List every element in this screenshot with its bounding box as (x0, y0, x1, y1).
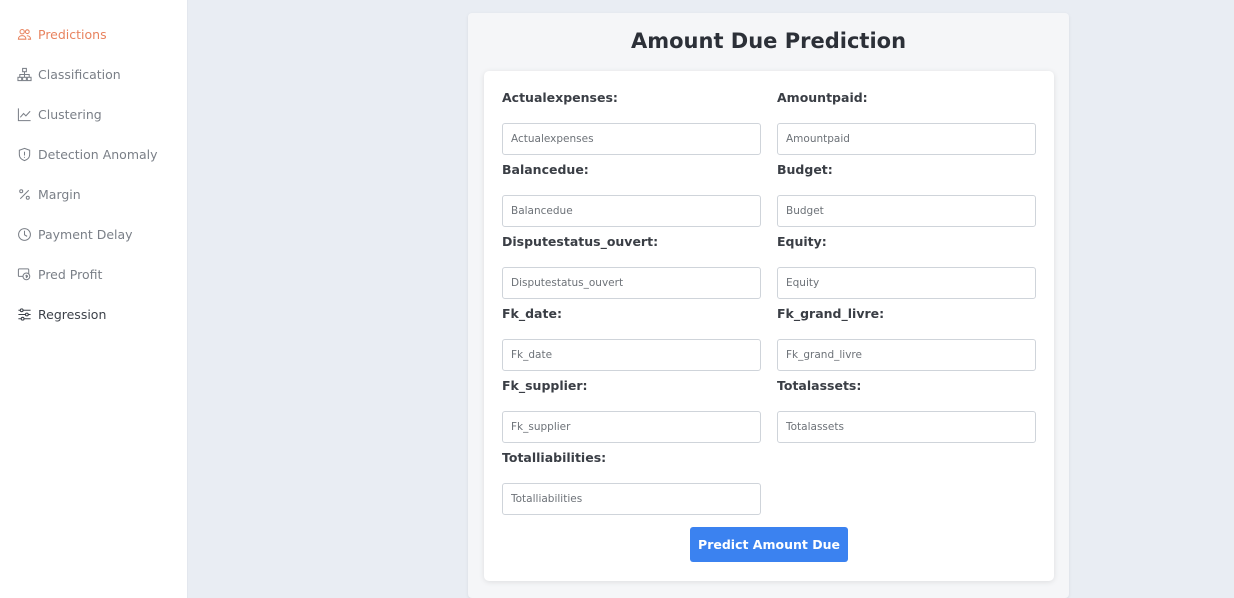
shield-icon (17, 147, 32, 162)
sidebar-item-payment-delay[interactable]: Payment Delay (0, 214, 187, 254)
sidebar-item-label: Classification (38, 66, 121, 82)
totalassets-input[interactable] (777, 411, 1036, 443)
field-label: Fk_date: (502, 306, 562, 321)
predict-amount-due-button[interactable]: Predict Amount Due (690, 527, 848, 562)
field-fk-grand-livre: Fk_grand_livre: (777, 305, 1036, 371)
sidebar-item-label: Payment Delay (38, 226, 133, 242)
field-balancedue: Balancedue: (502, 161, 761, 227)
field-label: Actualexpenses: (502, 90, 618, 105)
sidebar-item-label: Margin (38, 186, 81, 202)
prediction-panel: Amount Due Prediction Actualexpenses: Am… (468, 13, 1069, 598)
clock-icon (17, 227, 32, 242)
money-icon (17, 267, 32, 282)
sidebar-item-label: Clustering (38, 106, 102, 122)
prediction-form: Actualexpenses: Amountpaid: Balancedue: … (484, 71, 1054, 581)
field-label: Totalliabilities: (502, 450, 607, 465)
field-budget: Budget: (777, 161, 1036, 227)
field-label: Equity: (777, 234, 827, 249)
page-title: Amount Due Prediction (630, 29, 907, 53)
balancedue-input[interactable] (502, 195, 761, 227)
fk-supplier-input[interactable] (502, 411, 761, 443)
field-fk-supplier: Fk_supplier: (502, 377, 761, 443)
sliders-icon (17, 307, 32, 322)
sidebar-item-label: Detection Anomaly (38, 146, 158, 162)
equity-input[interactable] (777, 267, 1036, 299)
field-label: Balancedue: (502, 162, 589, 177)
field-label: Fk_grand_livre: (777, 306, 885, 321)
field-amountpaid: Amountpaid: (777, 89, 1036, 155)
field-totalliabilities: Totalliabilities: (502, 449, 761, 515)
sidebar-item-classification[interactable]: Classification (0, 54, 187, 94)
field-disputestatus-ouvert: Disputestatus_ouvert: (502, 233, 761, 299)
field-label: Disputestatus_ouvert: (502, 234, 659, 249)
sidebar-item-margin[interactable]: Margin (0, 174, 187, 214)
line-chart-icon (17, 107, 32, 122)
sidebar-item-clustering[interactable]: Clustering (0, 94, 187, 134)
fk-grand-livre-input[interactable] (777, 339, 1036, 371)
main-content: Amount Due Prediction Actualexpenses: Am… (188, 0, 1234, 598)
field-label: Budget: (777, 162, 833, 177)
totalliabilities-input[interactable] (502, 483, 761, 515)
field-label: Totalassets: (777, 378, 862, 393)
field-label: Amountpaid: (777, 90, 868, 105)
sidebar-item-regression[interactable]: Regression (0, 294, 187, 334)
sidebar: Predictions Classification Clustering De… (0, 0, 188, 598)
percent-icon (17, 187, 32, 202)
sidebar-item-pred-profit[interactable]: Pred Profit (0, 254, 187, 294)
field-actualexpenses: Actualexpenses: (502, 89, 761, 155)
budget-input[interactable] (777, 195, 1036, 227)
field-fk-date: Fk_date: (502, 305, 761, 371)
fk-date-input[interactable] (502, 339, 761, 371)
sidebar-item-label: Predictions (38, 26, 107, 42)
sidebar-item-predictions[interactable]: Predictions (0, 14, 187, 54)
hierarchy-icon (17, 67, 32, 82)
field-label: Fk_supplier: (502, 378, 588, 393)
users-icon (17, 27, 32, 42)
field-totalassets: Totalassets: (777, 377, 1036, 443)
amountpaid-input[interactable] (777, 123, 1036, 155)
sidebar-item-label: Pred Profit (38, 266, 103, 282)
actualexpenses-input[interactable] (502, 123, 761, 155)
field-equity: Equity: (777, 233, 1036, 299)
disputestatus-ouvert-input[interactable] (502, 267, 761, 299)
sidebar-item-detection-anomaly[interactable]: Detection Anomaly (0, 134, 187, 174)
sidebar-item-label: Regression (38, 306, 107, 322)
